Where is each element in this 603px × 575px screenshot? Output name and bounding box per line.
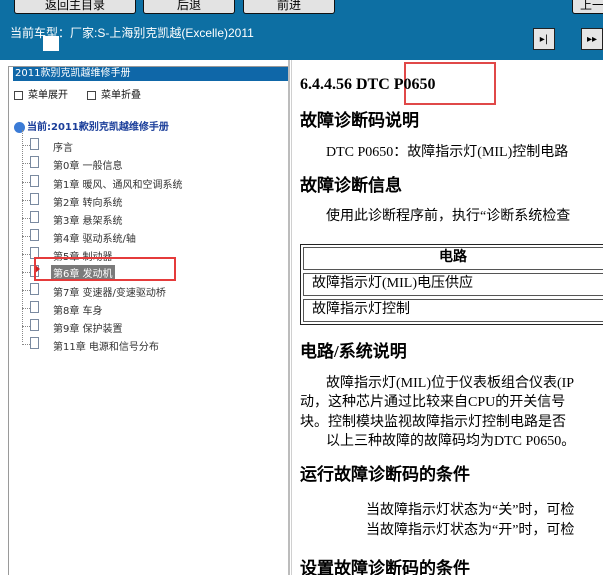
collapse-panel-button[interactable]: ▸|: [533, 28, 555, 50]
info-heading: 故障诊断信息: [300, 176, 402, 195]
run-condition-line: 当故障指示灯状态为“开”时，可检: [366, 523, 575, 538]
tree-item-label: 第7章 变速器/变速驱动桥: [53, 288, 166, 299]
circuit-table: 电路 故障指示灯(MIL)电压供应 故障指示灯控制: [300, 244, 603, 325]
document-icon: [30, 301, 39, 313]
tree-item-label: 第1章 暖风、通风和空调系统: [53, 180, 183, 191]
circuit-paragraph-line: 动，这种芯片通过比较来自CPU的开关信号: [300, 395, 566, 410]
circuit-paragraph-line: 故障指示灯(MIL)位于仪表板组合仪表(IP: [326, 376, 575, 391]
desc-heading: 故障诊断码说明: [300, 111, 419, 130]
back-button[interactable]: 后退: [143, 0, 235, 14]
run-condition-line: 当故障指示灯状态为“关”时，可检: [366, 503, 575, 518]
desc-text: DTC P0650：故障指示灯(MIL)控制电路: [326, 145, 569, 160]
back-to-main-button[interactable]: 返回主目录: [14, 0, 136, 14]
vehicle-info-bar: 当前车型：厂家:S-上海别克凯越(Excelle)2011 ▸| ▸▸: [0, 22, 603, 60]
placeholder-square: [43, 36, 59, 51]
collapse-arrow-icon: ▸|: [539, 33, 549, 45]
tree-item-label: 第4章 驱动系统/轴: [53, 234, 136, 245]
dtc-title: 6.4.4.56 DTC P0650: [300, 76, 436, 93]
manual-title-bar: 2011款别克凯越维修手册: [13, 67, 288, 81]
expand-panel-button[interactable]: ▸▸: [581, 28, 603, 50]
tree-item-label: 第2章 转向系统: [53, 198, 123, 209]
menu-collapse-control[interactable]: 菜单折叠: [87, 86, 141, 101]
document-icon: [30, 229, 39, 241]
document-icon: [30, 283, 39, 295]
tree-root-item[interactable]: 当前:2011款别克凯越维修手册: [14, 118, 169, 133]
highlight-box-chapter-6: [34, 257, 176, 281]
menu-expand-label: 菜单展开: [28, 90, 68, 101]
tree-frame: [8, 66, 288, 575]
previous-page-button[interactable]: 上一: [572, 0, 603, 14]
expand-arrow-icon: ▸▸: [586, 33, 598, 45]
tree-root-label: 当前:2011款别克凯越维修手册: [27, 122, 169, 133]
document-icon: [30, 337, 39, 349]
tree-item-label: 第9章 保护装置: [53, 324, 123, 335]
tree-item-label: 序言: [53, 143, 73, 154]
document-icon: [30, 138, 39, 150]
document-icon: [30, 319, 39, 331]
document-icon: [30, 211, 39, 223]
circuit-paragraph-line: 块。控制模块监视故障指示灯控制电路是否: [300, 415, 566, 430]
collapse-menu-icon: [87, 90, 96, 100]
document-icon: [30, 175, 39, 187]
tree-item-label: 第3章 悬架系统: [53, 216, 123, 227]
manual-tree-panel: [0, 60, 290, 575]
info-text: 使用此诊断程序前，执行“诊断系统检查: [326, 209, 571, 224]
expand-menu-icon: [14, 90, 23, 100]
tree-item-label: 第11章 电源和信号分布: [53, 342, 159, 353]
document-icon: [30, 156, 39, 168]
menu-expand-control[interactable]: 菜单展开: [14, 86, 68, 101]
table-header: 电路: [303, 247, 603, 270]
book-icon: [14, 121, 25, 133]
table-row: 故障指示灯控制: [303, 299, 603, 322]
top-toolbar: 返回主目录 后退 前进 上一: [0, 0, 603, 22]
run-conditions-heading: 运行故障诊断码的条件: [300, 465, 470, 484]
circuit-paragraph-line: 以上三种故障的故障码均为DTC P0650。: [326, 434, 576, 449]
forward-button[interactable]: 前进: [243, 0, 335, 14]
table-row: 故障指示灯(MIL)电压供应: [303, 273, 603, 296]
menu-collapse-label: 菜单折叠: [101, 90, 141, 101]
document-icon: [30, 193, 39, 205]
tree-item-label: 第0章 一般信息: [53, 161, 123, 172]
content-panel: 6.4.4.56 DTC P0650 故障诊断码说明 DTC P0650：故障指…: [291, 60, 603, 575]
circuit-heading: 电路/系统说明: [300, 342, 407, 361]
set-conditions-heading: 设置故障诊断码的条件: [300, 559, 470, 575]
tree-item-label: 第8章 车身: [53, 306, 103, 317]
